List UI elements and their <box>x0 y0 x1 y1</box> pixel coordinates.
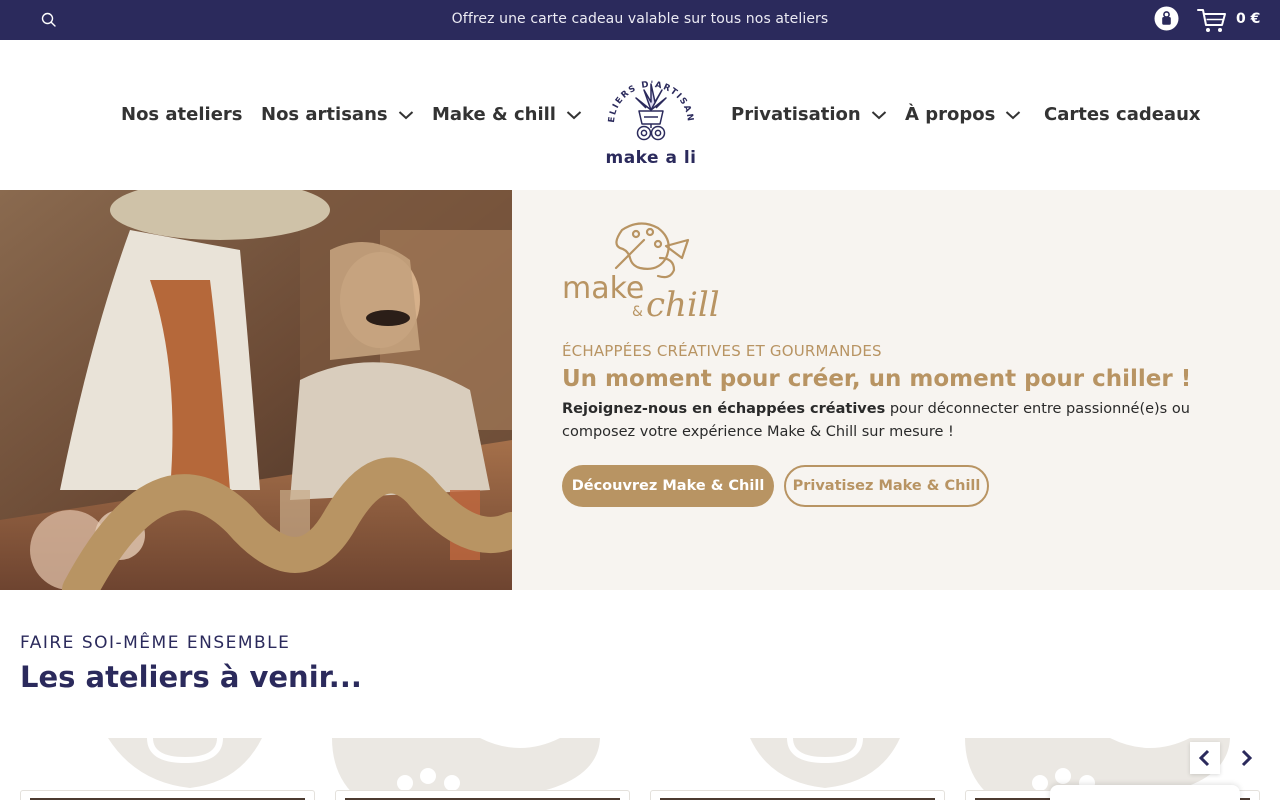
chevron-down-icon <box>1006 110 1021 119</box>
brand-wordmark: make a li <box>605 148 697 168</box>
hero-eyebrow: ÉCHAPPÉES CRÉATIVES ET GOURMANDES <box>562 342 882 360</box>
chevron-down-icon <box>566 110 582 119</box>
make-and-chill-logo-text: make <box>562 271 644 306</box>
carousel-next-button[interactable] <box>1231 742 1261 774</box>
privatize-make-and-chill-button[interactable]: Privatisez Make & Chill <box>784 465 989 507</box>
hero-description-bold: Rejoignez-nous en échappées créatives <box>562 401 886 417</box>
nav-label: Cartes cadeaux <box>1044 104 1201 125</box>
workshop-card[interactable] <box>335 790 630 800</box>
chat-widget-tab[interactable] <box>1050 785 1240 800</box>
chevron-left-icon <box>1198 749 1210 767</box>
nav-make-and-chill[interactable]: Make & chill <box>432 104 582 125</box>
make-and-chill-logo: make & chill <box>562 222 720 320</box>
main-header: Nos ateliers Nos artisans Make & chill A… <box>0 40 1280 190</box>
nav-nos-artisans[interactable]: Nos artisans <box>261 104 414 125</box>
make-and-chill-logo-text: & <box>632 304 643 320</box>
nav-label: Nos artisans <box>261 104 388 125</box>
nav-label: Privatisation <box>731 104 861 125</box>
hero-section: make & chill ÉCHAPPÉES CRÉATIVES ET GOUR… <box>0 190 1280 590</box>
announcement-bar: Offrez une carte cadeau valable sur tous… <box>0 0 1280 40</box>
make-and-chill-logo-text: chill <box>646 285 720 320</box>
hero-title: Un moment pour créer, un moment pour chi… <box>562 366 1192 392</box>
account-icon[interactable] <box>1154 6 1179 31</box>
nav-label: Make & chill <box>432 104 556 125</box>
nav-label: À propos <box>905 104 996 125</box>
hero-content: make & chill ÉCHAPPÉES CRÉATIVES ET GOUR… <box>562 190 1242 590</box>
nav-label: Nos ateliers <box>121 104 243 125</box>
nav-a-propos[interactable]: À propos <box>905 104 1021 125</box>
workshop-card[interactable] <box>20 790 315 800</box>
workshop-card[interactable] <box>650 790 945 800</box>
section-title: Les ateliers à venir... <box>20 660 362 694</box>
chevron-right-icon <box>1241 749 1253 767</box>
logo-ring-text: ATELIERS D'ARTISANAT <box>598 62 694 123</box>
cart-total[interactable]: 0 € <box>1236 11 1260 27</box>
discover-make-and-chill-button[interactable]: Découvrez Make & Chill <box>562 465 774 507</box>
chevron-down-icon <box>398 110 413 119</box>
hero-description: Rejoignez-nous en échappées créatives po… <box>562 398 1202 444</box>
nav-cartes-cadeaux[interactable]: Cartes cadeaux <box>1044 104 1201 125</box>
nav-nos-ateliers[interactable]: Nos ateliers <box>121 104 243 125</box>
nav-privatisation[interactable]: Privatisation <box>731 104 887 125</box>
promo-link[interactable]: Offrez une carte cadeau valable sur tous… <box>0 11 1280 27</box>
hero-photo <box>0 190 512 590</box>
section-eyebrow: FAIRE SOI-MÊME ENSEMBLE <box>20 633 291 653</box>
carousel-prev-button[interactable] <box>1190 742 1220 774</box>
cart-icon[interactable] <box>1196 6 1228 34</box>
svg-text:ATELIERS D'ARTISANAT: ATELIERS D'ARTISANAT <box>598 62 695 123</box>
chevron-down-icon <box>871 110 886 119</box>
